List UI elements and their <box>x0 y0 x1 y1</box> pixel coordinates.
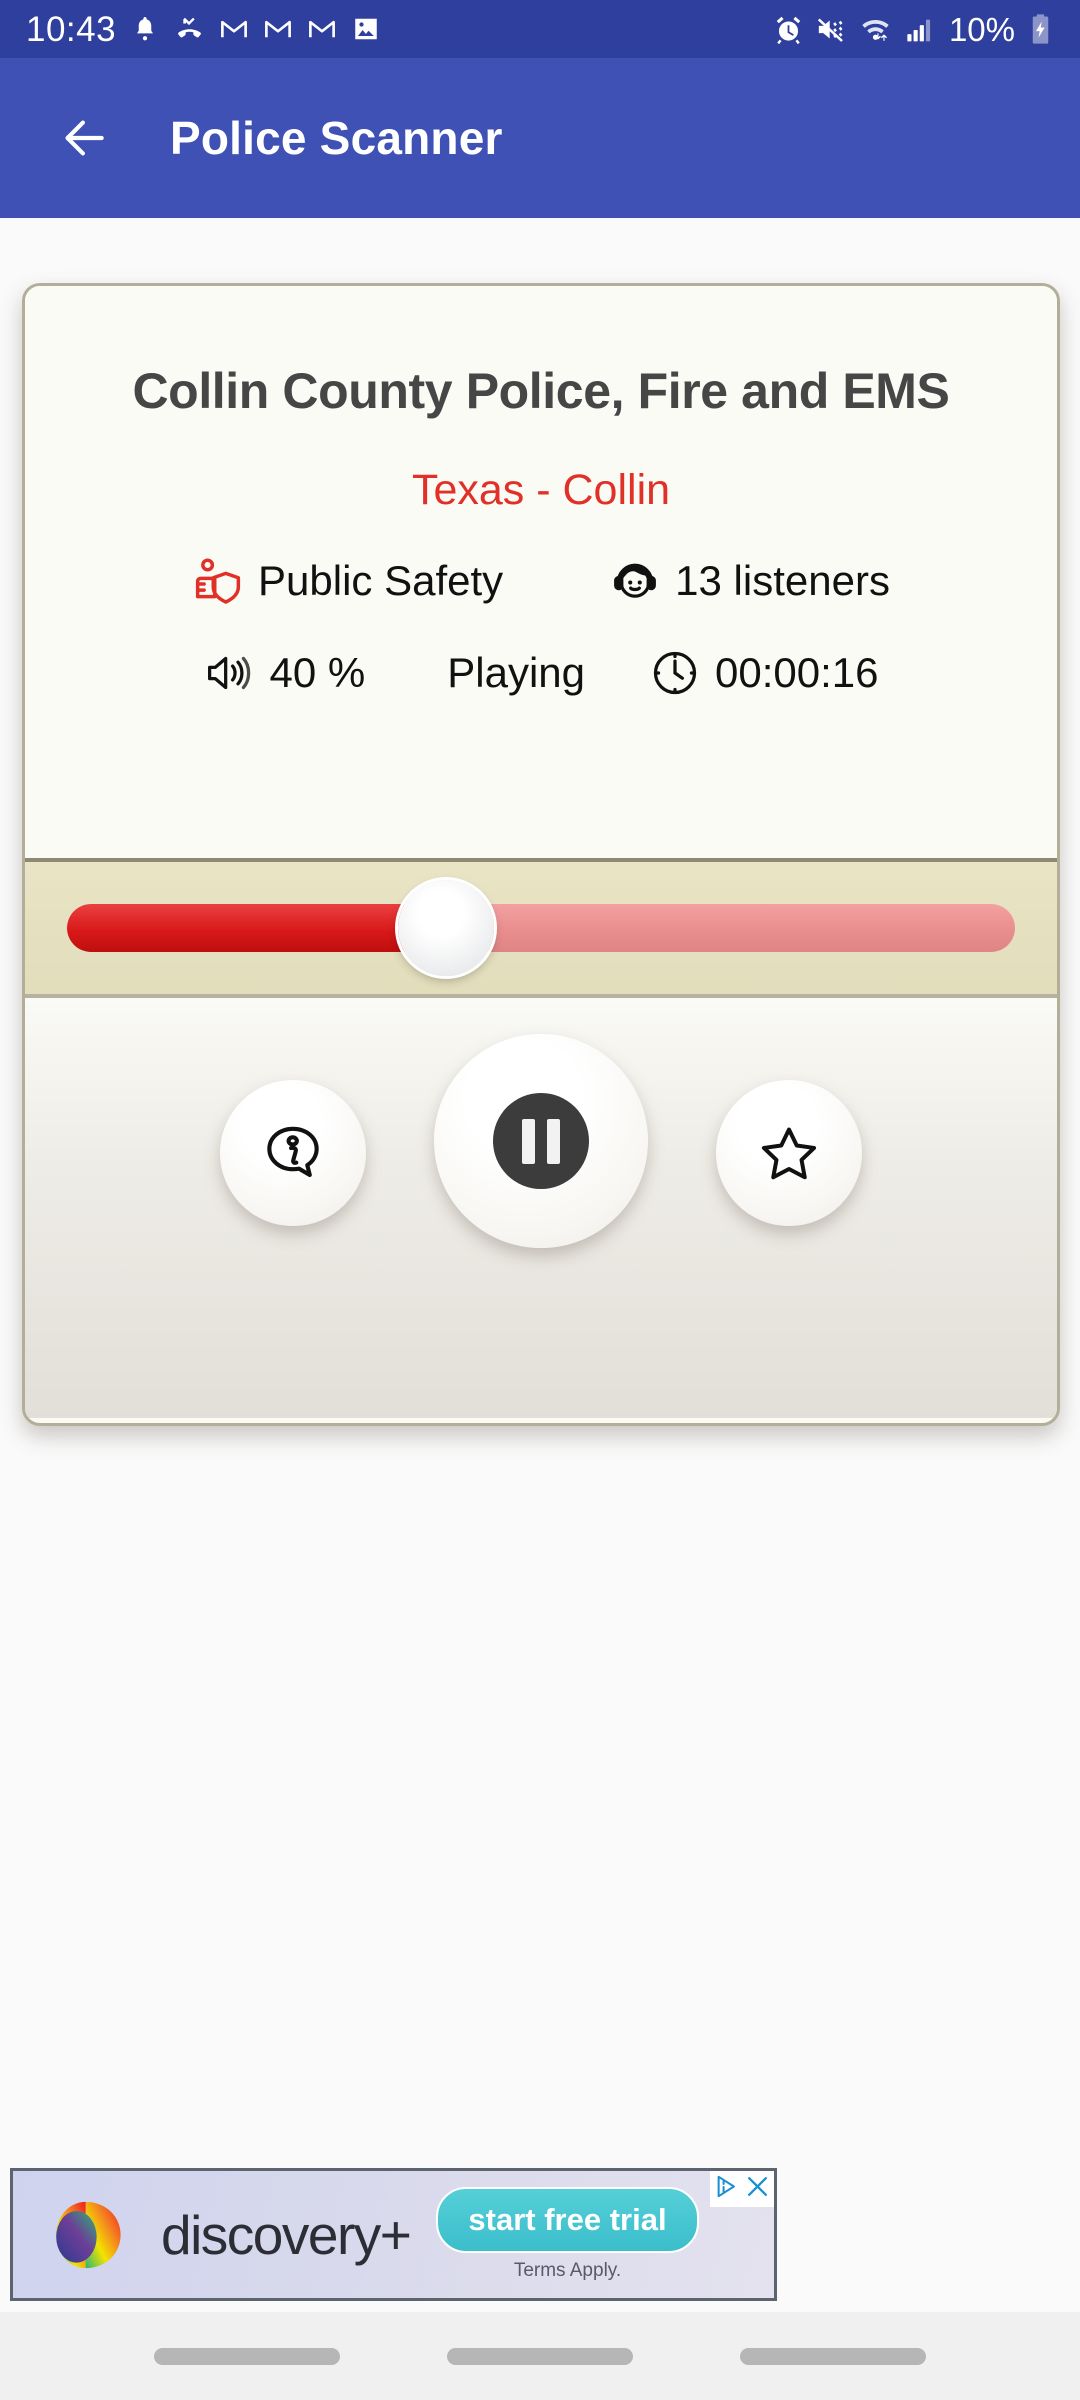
pause-icon <box>493 1093 589 1189</box>
ad-cta-group: start free trial Terms Apply. <box>436 2187 699 2282</box>
play-pause-button[interactable] <box>434 1034 648 1248</box>
playback-state-item: Playing <box>447 649 585 697</box>
station-name: Collin County Police, Fire and EMS <box>132 363 950 419</box>
page-title: Police Scanner <box>170 112 503 164</box>
station-info-section: Collin County Police, Fire and EMS Texas… <box>25 286 1057 858</box>
listeners-item: 13 listeners <box>609 555 890 607</box>
navigation-bar <box>0 2312 1080 2400</box>
elapsed-time-item: 00:00:16 <box>649 647 879 699</box>
wifi-icon <box>859 13 892 46</box>
gmail-icon <box>219 14 249 44</box>
ad-banner[interactable]: discovery+ start free trial Terms Apply. <box>10 2168 777 2301</box>
battery-percent-label: 10% <box>948 10 1015 48</box>
ad-brand-label: discovery+ <box>161 2203 412 2266</box>
playback-state-label: Playing <box>447 649 585 696</box>
notification-bell-icon <box>130 14 160 44</box>
volume-item: 40 % <box>204 647 366 699</box>
station-location: Texas - Collin <box>411 466 671 514</box>
battery-charging-icon <box>1027 13 1054 45</box>
signal-bars-icon <box>904 14 935 45</box>
genre-label: Public Safety <box>258 557 504 604</box>
favorite-button[interactable] <box>716 1080 862 1226</box>
arrow-left-icon <box>65 120 104 156</box>
info-bubble-icon <box>267 1126 319 1178</box>
station-card: Collin County Police, Fire and EMS Texas… <box>22 283 1060 1426</box>
back-button[interactable] <box>48 101 122 175</box>
player-controls <box>25 998 1057 1418</box>
station-meta-row-1: Public Safety 13 listeners <box>25 555 1057 607</box>
volume-slider[interactable] <box>25 858 1057 998</box>
phone-screen: 10:43 10% Police Scanner Collin County P… <box>0 0 1080 2400</box>
gmail-icon <box>263 14 293 44</box>
slider-thumb[interactable] <box>398 880 495 976</box>
vibrate-mute-icon <box>816 14 847 45</box>
info-button[interactable] <box>220 1080 366 1226</box>
clock-icon <box>649 647 701 699</box>
status-bar: 10:43 10% <box>0 0 1080 58</box>
close-icon[interactable] <box>744 2173 771 2205</box>
app-bar: Police Scanner <box>0 58 1080 218</box>
volume-label: 40 % <box>269 649 366 696</box>
discovery-logo-icon <box>47 2189 139 2281</box>
ad-cta-button[interactable]: start free trial <box>436 2187 699 2253</box>
police-badge-icon <box>192 555 244 607</box>
adchoices-icon[interactable] <box>713 2173 740 2205</box>
pause-bar-left <box>522 1118 535 1164</box>
headphones-person-icon <box>609 555 661 607</box>
photos-icon <box>351 14 381 44</box>
alarm-icon <box>773 14 804 45</box>
station-meta-row-2: 40 % Playing 00:00:16 <box>25 647 1057 699</box>
home-pill[interactable] <box>446 2347 633 2365</box>
back-pill[interactable] <box>740 2347 927 2365</box>
recents-pill[interactable] <box>153 2347 340 2365</box>
star-outline-icon <box>761 1127 817 1180</box>
gmail-icon <box>307 14 337 44</box>
pause-bar-right <box>547 1118 560 1164</box>
ad-terms-label: Terms Apply. <box>513 2260 622 2281</box>
status-bar-clock: 10:43 <box>26 9 117 49</box>
missed-call-icon <box>174 14 205 45</box>
status-bar-right: 10% <box>773 13 1054 46</box>
listeners-label: 13 listeners <box>675 557 890 604</box>
ad-corner-controls <box>710 2171 774 2207</box>
slider-fill <box>67 904 447 952</box>
volume-icon <box>204 647 256 699</box>
genre-item: Public Safety <box>192 555 503 607</box>
elapsed-time-label: 00:00:16 <box>715 649 879 696</box>
slider-track[interactable] <box>67 904 1015 952</box>
status-bar-left: 10:43 <box>26 12 381 47</box>
